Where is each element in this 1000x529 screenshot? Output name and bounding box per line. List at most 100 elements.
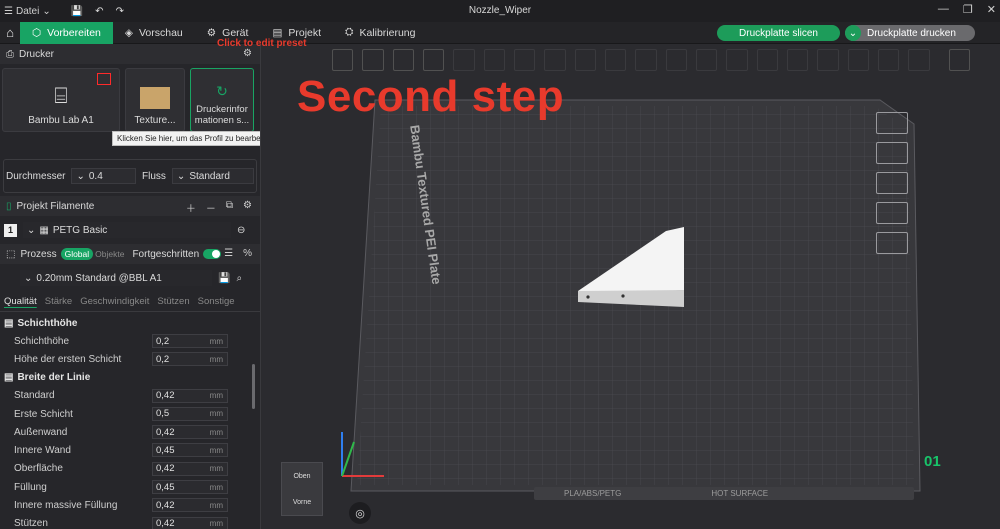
printer-name: Bambu Lab A1: [28, 115, 94, 126]
plate-view-icon[interactable]: [876, 232, 908, 254]
setting-unit: mm: [209, 482, 223, 492]
print-plate-button[interactable]: ⌄ Druckplatte drucken: [845, 25, 975, 41]
setting-label: Erste Schicht: [14, 408, 73, 420]
percent-icon[interactable]: %: [243, 248, 252, 259]
camera-icon[interactable]: ◎: [349, 502, 371, 524]
group-icon: ▤: [4, 317, 14, 329]
chevron-down-icon[interactable]: ⌄: [845, 25, 861, 41]
search-icon[interactable]: ⌕: [236, 273, 242, 284]
setting-input[interactable]: 0,2 mm: [152, 352, 228, 367]
sync-filament-icon[interactable]: ⧉: [226, 200, 233, 215]
setting-input[interactable]: 0,42 mm: [152, 388, 228, 403]
setting-input[interactable]: 0,45 mm: [152, 443, 228, 458]
setting-input[interactable]: 0,42 mm: [152, 498, 228, 513]
plus-icon[interactable]: ＋: [186, 200, 196, 215]
tab-strength[interactable]: Stärke: [45, 296, 72, 307]
minus-icon[interactable]: －: [206, 200, 216, 215]
process-section-header: ⬚ Prozess Global Objekte Fortgeschritten…: [0, 244, 260, 264]
setting-row: Schichthöhe 0,2 mm: [0, 332, 260, 350]
settings-icon[interactable]: ⚙: [243, 200, 252, 215]
flow-select[interactable]: ⌄ Standard: [171, 168, 254, 184]
scrollbar[interactable]: [252, 364, 255, 409]
lock-icon[interactable]: [876, 202, 908, 224]
setting-input[interactable]: 0,42 mm: [152, 516, 228, 529]
setting-input[interactable]: 0,45 mm: [152, 480, 228, 495]
tab-others[interactable]: Sonstige: [198, 296, 235, 307]
tab-calibration[interactable]: ⛭ Kalibrierung: [333, 22, 427, 44]
setting-unit: mm: [209, 409, 223, 419]
tab-quality[interactable]: Qualität: [4, 296, 37, 307]
list-icon[interactable]: ☰: [224, 248, 233, 259]
edit-preset-icon[interactable]: [97, 73, 111, 85]
plate-name: Texture...: [134, 115, 176, 126]
group-title: Schichthöhe: [17, 317, 78, 329]
plate-settings-icon[interactable]: [876, 172, 908, 194]
setting-input[interactable]: 0,2 mm: [152, 334, 228, 348]
global-toggle[interactable]: Global: [60, 248, 94, 260]
hot-surface-label: HOT SURFACE: [711, 489, 769, 498]
settings-icon[interactable]: ⚙: [243, 48, 252, 59]
remove-filament-icon[interactable]: ⊖: [237, 225, 245, 236]
diameter-label: Durchmesser: [6, 170, 66, 182]
setting-unit: mm: [209, 500, 223, 510]
diameter-select[interactable]: ⌄ 0.4: [71, 168, 137, 184]
advanced-toggle[interactable]: [203, 249, 222, 259]
process-profile-select[interactable]: ⌄ 0.20mm Standard @BBL A1: [20, 270, 212, 286]
undo-icon[interactable]: ↶: [95, 6, 103, 17]
calibration-icon: ⛭: [345, 26, 354, 38]
file-menu-label[interactable]: Datei: [16, 6, 39, 17]
layers-icon: ◈: [124, 26, 133, 39]
3d-viewport[interactable]: Second step Bambu Textured PEI Plate PLA…: [262, 44, 1000, 529]
title-bar: ☰ Datei ⌄ 💾 ↶ ↷ Nozzle_Wiper — ❐ ✕: [0, 0, 1000, 22]
setting-unit: mm: [209, 391, 223, 401]
setting-unit: mm: [209, 354, 223, 364]
tab-label: Projekt: [288, 26, 322, 39]
setting-label: Standard: [14, 390, 55, 402]
filament-row[interactable]: 1 ⌄ ▦ PETG Basic ⊖: [0, 216, 260, 244]
setting-row: Erste Schicht 0,5 mm: [0, 405, 260, 423]
auto-orient-icon[interactable]: [876, 142, 908, 164]
save-icon[interactable]: 💾: [71, 6, 83, 17]
setting-input[interactable]: 0,42 mm: [152, 425, 228, 440]
tab-prepare[interactable]: ⬡ Vorbereiten: [20, 21, 113, 44]
process-header: Prozess: [20, 248, 57, 260]
setting-unit: mm: [209, 336, 223, 346]
process-subtabs: Qualität Stärke Geschwindigkeit Stützen …: [0, 292, 260, 312]
edit-preset-tooltip: Klicken Sie hier, um das Profil zu bearb…: [112, 131, 260, 146]
view-cube[interactable]: Oben Vorne: [281, 462, 323, 516]
tab-support[interactable]: Stützen: [157, 296, 189, 307]
objects-toggle[interactable]: Objekte: [95, 249, 124, 259]
save-profile-icon[interactable]: 💾: [218, 273, 230, 284]
chevron-down-icon: ⌄: [176, 170, 186, 182]
printer-card[interactable]: ⌸ Bambu Lab A1: [2, 68, 120, 132]
setting-label: Oberfläche: [14, 463, 63, 475]
right-toolbar: [876, 112, 908, 254]
setting-input[interactable]: 0,42 mm: [152, 461, 228, 476]
setting-value: 0,2: [156, 353, 170, 365]
home-icon[interactable]: ⌂: [0, 25, 20, 40]
tab-label: Vorbereiten: [47, 26, 101, 39]
view-top-label: Oben: [293, 472, 311, 480]
setting-row: Innere Wand 0,45 mm: [0, 441, 260, 459]
hamburger-icon[interactable]: ☰: [4, 6, 13, 17]
tab-preview[interactable]: ◈ Vorschau: [113, 22, 195, 44]
tab-speed[interactable]: Geschwindigkeit: [80, 296, 149, 307]
slice-plate-button[interactable]: Druckplatte slicen: [717, 25, 840, 41]
sync-icon: ↻: [216, 83, 228, 99]
chevron-down-icon[interactable]: ⌄: [42, 6, 50, 17]
redo-icon[interactable]: ↷: [116, 6, 124, 17]
setting-label: Füllung: [14, 481, 47, 493]
printer-icon: ⎙: [6, 48, 14, 60]
filament-slot-badge: 1: [4, 223, 17, 237]
plate-card[interactable]: Texture...: [125, 68, 185, 132]
close-icon[interactable]: ✕: [987, 3, 996, 16]
printer-info-card[interactable]: ↻ Druckerinfor mationen s...: [190, 68, 254, 132]
delete-all-icon[interactable]: [876, 112, 908, 134]
setting-input[interactable]: 0,5 mm: [152, 406, 228, 421]
plate-icon: [140, 87, 170, 109]
file-menu[interactable]: ☰ Datei ⌄: [0, 6, 51, 17]
chevron-down-icon: ⌄: [27, 224, 36, 236]
minimize-icon[interactable]: —: [938, 3, 949, 16]
filament-select[interactable]: ⌄ ▦ PETG Basic: [23, 222, 231, 238]
restore-icon[interactable]: ❐: [963, 3, 973, 16]
